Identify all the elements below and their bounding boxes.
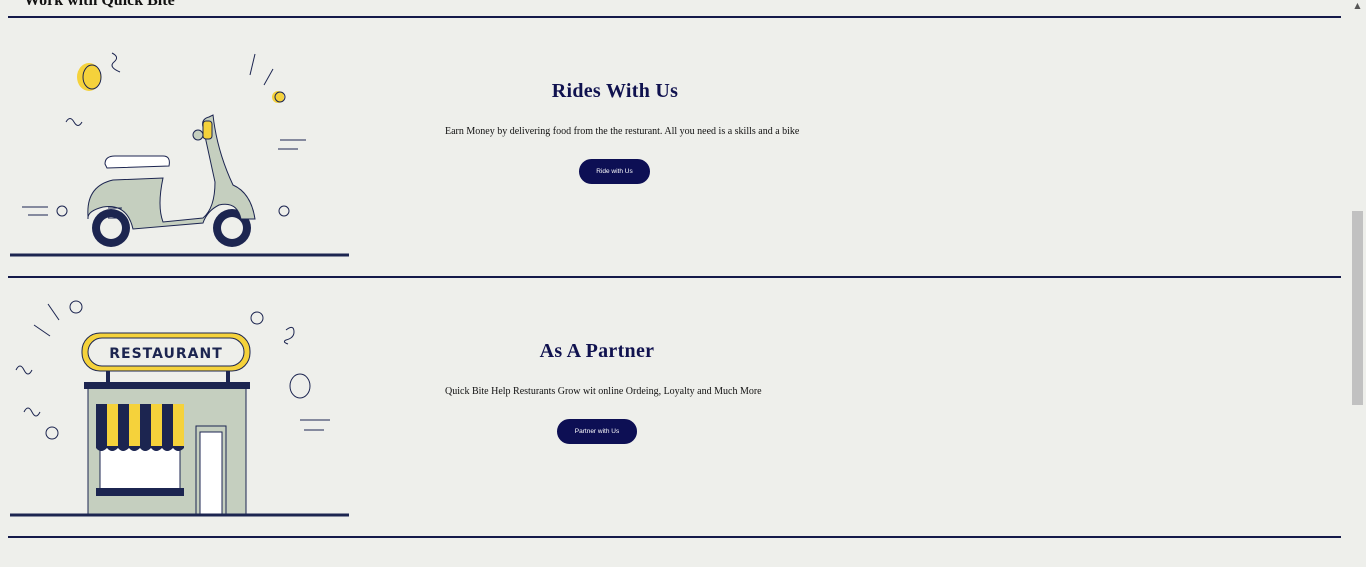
restaurant-sign-text: RESTAURANT <box>109 346 223 362</box>
partner-card-text: As A Partner Quick Bite Help Resturants … <box>445 278 762 397</box>
scooter-illustration <box>10 52 349 257</box>
ride-card-text: Rides With Us Earn Money by delivering f… <box>445 18 800 137</box>
partner-card-description: Quick Bite Help Resturants Grow wit onli… <box>445 386 762 397</box>
page: Work with Quick Bite Rides With Us Earn … <box>0 0 1366 567</box>
restaurant-illustration: RESTAURANT <box>10 300 349 517</box>
ride-card-description: Earn Money by delivering food from the t… <box>445 126 800 137</box>
scrollbar-thumb[interactable] <box>1352 211 1363 405</box>
divider <box>8 536 1341 538</box>
scroll-up-arrow-icon[interactable]: ▲ <box>1353 1 1362 10</box>
section-heading: Work with Quick Bite <box>24 0 175 9</box>
page-scrollbar[interactable]: ▲ <box>1349 0 1366 567</box>
ride-card: Rides With Us Earn Money by delivering f… <box>8 18 1341 276</box>
ride-card-title: Rides With Us <box>551 80 679 102</box>
partner-with-us-button[interactable]: Partner with Us <box>557 419 637 444</box>
ride-with-us-button[interactable]: Ride with Us <box>579 159 650 184</box>
partner-card-title: As A Partner <box>539 340 655 362</box>
partner-card: RESTAURANT As A Partner Quick Bite Help … <box>8 278 1341 536</box>
